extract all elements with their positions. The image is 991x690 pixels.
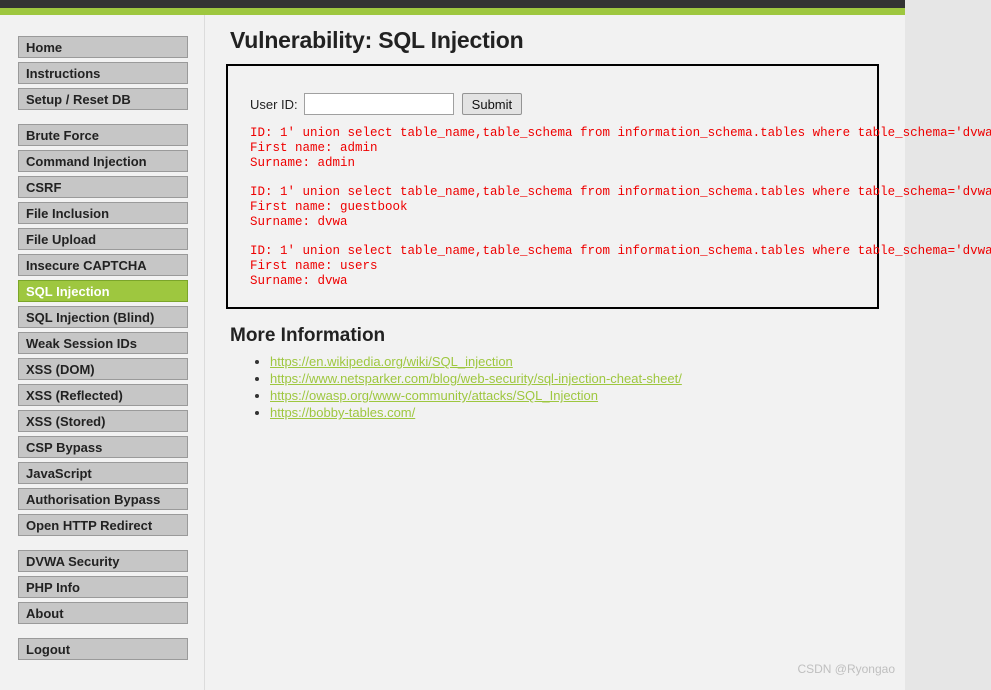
list-item: https://en.wikipedia.org/wiki/SQL_inject…	[270, 353, 905, 370]
sidebar-item-file-upload[interactable]: File Upload	[18, 228, 188, 250]
page-title: Vulnerability: SQL Injection	[230, 27, 524, 53]
sidebar-item-weak-session-ids[interactable]: Weak Session IDs	[18, 332, 188, 354]
sidebar-item-instructions[interactable]: Instructions	[18, 62, 188, 84]
sidebar-item-sql-injection-blind[interactable]: SQL Injection (Blind)	[18, 306, 188, 328]
sidebar-item-dvwa-security[interactable]: DVWA Security	[18, 550, 188, 572]
sidebar-item-logout[interactable]: Logout	[18, 638, 188, 660]
sidebar-navigation: Home Instructions Setup / Reset DB Brute Fo…	[0, 15, 205, 690]
result-first-name-line: First name: users	[250, 259, 378, 273]
watermark: CSDN @Ryongao	[797, 662, 895, 676]
sidebar-item-php-info[interactable]: PHP Info	[18, 576, 188, 598]
sidebar-item-about[interactable]: About	[18, 602, 188, 624]
sidebar-group-3: Logout	[0, 638, 204, 660]
query-results: ID: 1' union select table_name,table_sch…	[250, 126, 991, 289]
result-surname-line: Surname: dvwa	[250, 274, 348, 288]
sidebar-item-sql-injection[interactable]: SQL Injection	[18, 280, 188, 302]
user-id-form: User ID: Submit	[250, 93, 523, 115]
more-information-link[interactable]: https://bobby-tables.com/	[270, 405, 415, 420]
result-surname-line: Surname: dvwa	[250, 215, 348, 229]
result-first-name-line: First name: guestbook	[250, 200, 408, 214]
sidebar-group-1: Brute Force Command Injection CSRF File Inc…	[0, 124, 204, 536]
top-banner-dark	[0, 0, 905, 8]
vulnerability-panel: User ID: Submit ID: 1' union select tabl…	[226, 64, 991, 309]
result-first-name-line: First name: admin	[250, 141, 378, 155]
result-id-line: ID: 1' union select table_name,table_sch…	[250, 185, 991, 199]
more-information-link[interactable]: https://www.netsparker.com/blog/web-secu…	[270, 371, 682, 386]
sidebar-item-home[interactable]: Home	[18, 36, 188, 58]
result-id-line: ID: 1' union select table_name,table_sch…	[250, 126, 991, 140]
result-block: ID: 1' union select table_name,table_sch…	[250, 244, 991, 289]
sidebar-item-command-injection[interactable]: Command Injection	[18, 150, 188, 172]
sidebar-item-xss-reflected[interactable]: XSS (Reflected)	[18, 384, 188, 406]
sidebar-item-xss-dom[interactable]: XSS (DOM)	[18, 358, 188, 380]
sidebar-item-csp-bypass[interactable]: CSP Bypass	[18, 436, 188, 458]
sidebar-group-2: DVWA Security PHP Info About	[0, 550, 204, 624]
main-content: Vulnerability: SQL Injection User ID: Su…	[226, 15, 991, 421]
sidebar-group-0: Home Instructions Setup / Reset DB	[0, 36, 204, 110]
dvwa-page: Home Instructions Setup / Reset DB Brute Fo…	[0, 0, 991, 690]
sidebar-item-xss-stored[interactable]: XSS (Stored)	[18, 410, 188, 432]
sidebar-item-insecure-captcha[interactable]: Insecure CAPTCHA	[18, 254, 188, 276]
sidebar-item-javascript[interactable]: JavaScript	[18, 462, 188, 484]
more-information-link[interactable]: https://en.wikipedia.org/wiki/SQL_inject…	[270, 354, 513, 369]
list-item: https://owasp.org/www-community/attacks/…	[270, 387, 905, 404]
more-information-title: More Information	[230, 325, 386, 346]
user-id-input[interactable]	[303, 93, 454, 115]
result-id-line: ID: 1' union select table_name,table_sch…	[250, 244, 991, 258]
sidebar-item-file-inclusion[interactable]: File Inclusion	[18, 202, 188, 224]
submit-button[interactable]: Submit	[461, 93, 523, 115]
sidebar-item-brute-force[interactable]: Brute Force	[18, 124, 188, 146]
result-block: ID: 1' union select table_name,table_sch…	[250, 126, 991, 171]
more-information-links: https://en.wikipedia.org/wiki/SQL_inject…	[230, 353, 905, 421]
top-banner-green	[0, 8, 905, 15]
user-id-label: User ID:	[250, 96, 298, 112]
result-block: ID: 1' union select table_name,table_sch…	[250, 185, 991, 230]
sidebar-item-open-http-redirect[interactable]: Open HTTP Redirect	[18, 514, 188, 536]
sidebar-item-authorisation-bypass[interactable]: Authorisation Bypass	[18, 488, 188, 510]
sidebar-item-setup-reset-db[interactable]: Setup / Reset DB	[18, 88, 188, 110]
list-item: https://bobby-tables.com/	[270, 404, 905, 421]
result-surname-line: Surname: admin	[250, 156, 356, 170]
list-item: https://www.netsparker.com/blog/web-secu…	[270, 370, 905, 387]
more-information-link[interactable]: https://owasp.org/www-community/attacks/…	[270, 388, 598, 403]
sidebar-item-csrf[interactable]: CSRF	[18, 176, 188, 198]
